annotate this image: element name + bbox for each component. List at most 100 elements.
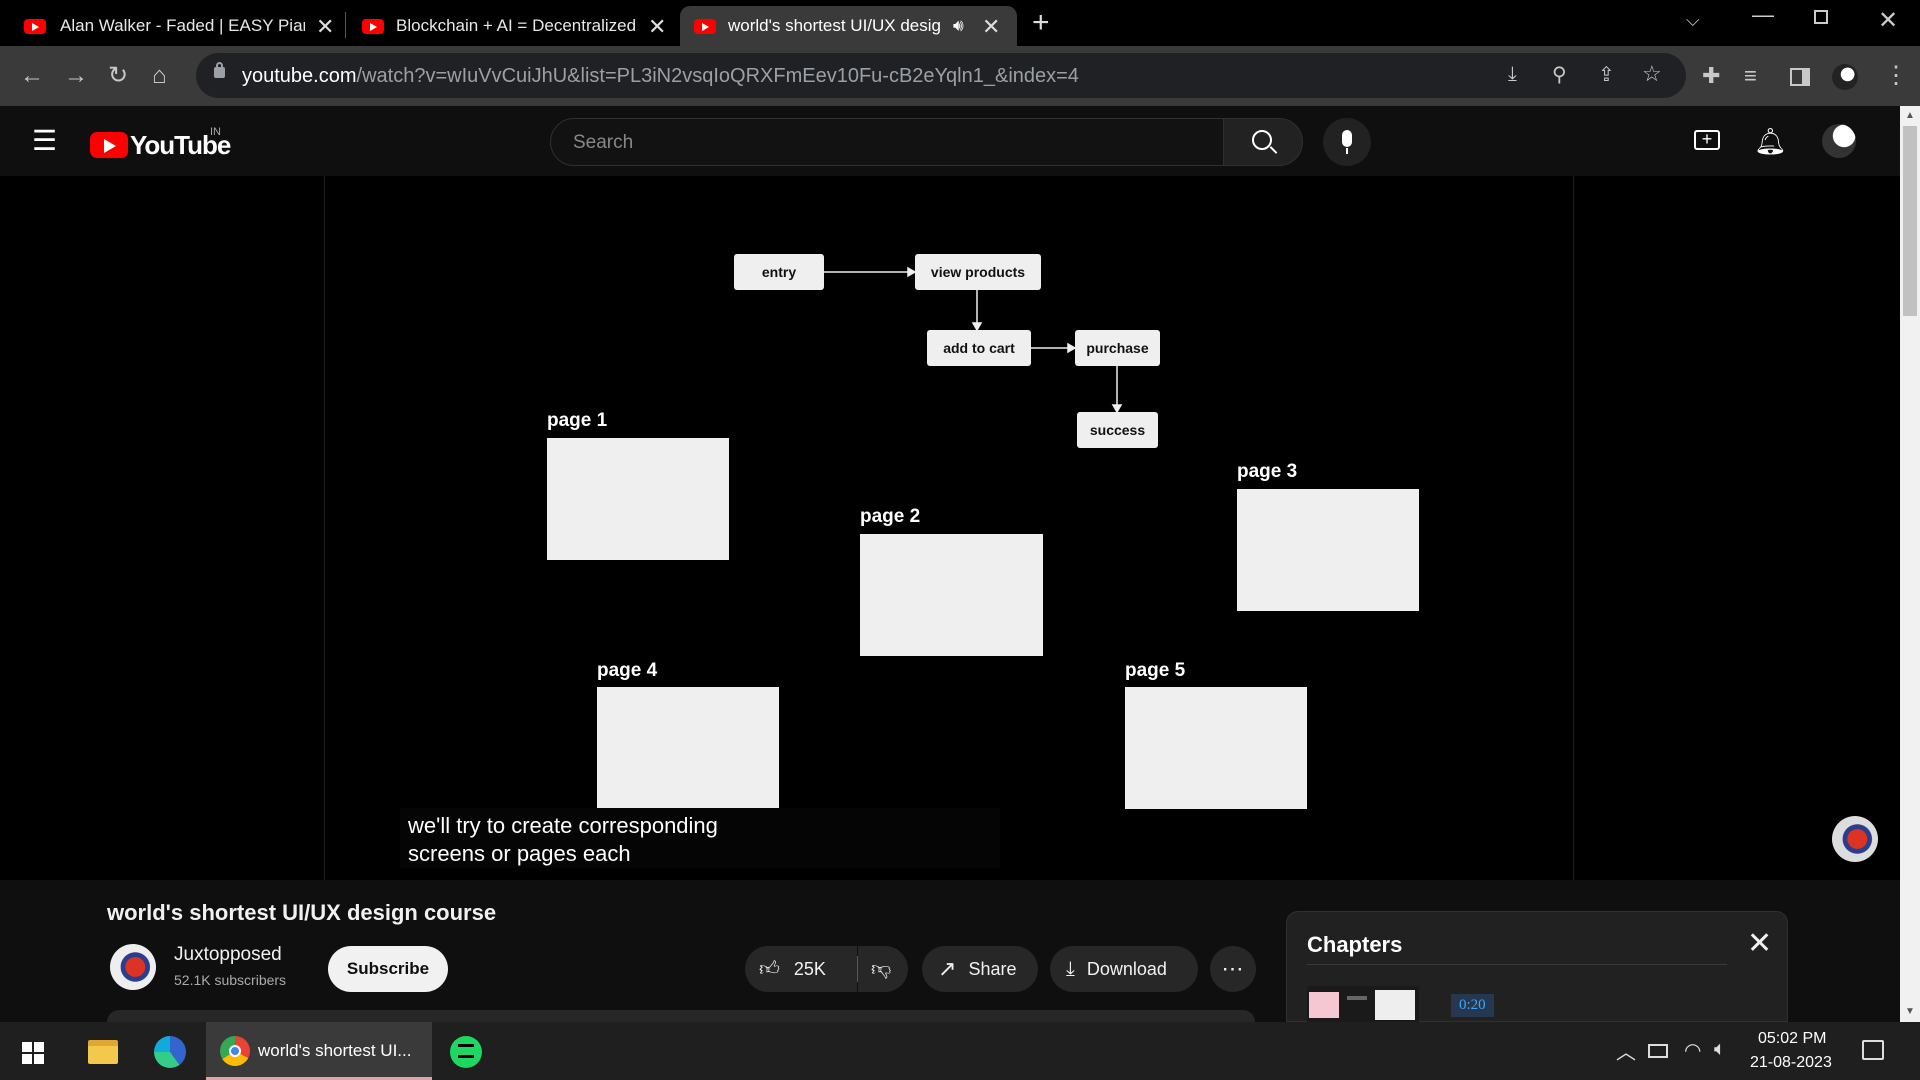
download-icon: ⤓ [1066, 957, 1075, 980]
youtube-play-triangle [104, 139, 116, 153]
download-label: Download [1086, 958, 1167, 979]
url-text: youtube.com/watch?v=wIuVvCuiJhU&list=PL3… [242, 65, 1079, 88]
close-tab-icon[interactable]: ✕ [648, 14, 666, 40]
flow-node-entry: entry [734, 254, 824, 290]
volume-icon[interactable]: 🔈︎ [1714, 1038, 1726, 1061]
tray-app-icon[interactable] [1648, 1044, 1668, 1058]
caption-line: we'll try to create corresponding [408, 813, 718, 838]
thumbs-up-icon: 👍︎ [759, 958, 780, 980]
page-placeholder [1125, 687, 1307, 809]
page-scrollbar[interactable]: ▲ ▼ [1900, 106, 1920, 1022]
forward-icon[interactable]: → [64, 62, 88, 90]
share-label: Share [968, 958, 1017, 979]
more-actions-button[interactable]: ⋯ [1210, 946, 1256, 992]
minimize-icon[interactable]: — [1752, 2, 1774, 28]
notification-center-icon[interactable] [1862, 1040, 1884, 1060]
bookmark-star-icon[interactable]: ☆ [1642, 61, 1662, 87]
search-placeholder: Search [573, 132, 634, 153]
description-box-edge [107, 1010, 1255, 1022]
edge-browser-icon[interactable] [154, 1036, 186, 1068]
share-page-icon[interactable]: ⇪ [1598, 62, 1615, 87]
page-label: page 4 [597, 660, 658, 681]
new-tab-icon[interactable]: + [1032, 6, 1050, 40]
video-caption: we'll try to create corresponding screen… [400, 808, 1000, 868]
video-player[interactable]: entry view products add to cart purchase… [324, 176, 1574, 880]
search-button[interactable] [1223, 118, 1303, 166]
page-placeholder [1237, 489, 1419, 611]
notifications-bell-icon[interactable]: 🔔︎ [1754, 126, 1787, 157]
taskbar-chrome-app[interactable]: world's shortest UI... [206, 1022, 432, 1080]
windows-start-icon[interactable] [22, 1042, 44, 1064]
media-control-icon[interactable]: ≡ [1744, 62, 1757, 90]
scroll-up-arrow-icon[interactable]: ▲ [1905, 110, 1915, 121]
install-app-icon[interactable]: ⤓ [1508, 63, 1517, 86]
share-arrow-icon: ↗ [938, 956, 957, 981]
create-video-icon[interactable]: + [1694, 130, 1720, 150]
floating-avatar-button[interactable] [1832, 816, 1878, 862]
spotify-waves [458, 1044, 474, 1058]
subscribe-button[interactable]: Subscribe [328, 946, 448, 992]
scroll-down-arrow-icon[interactable]: ▼ [1905, 1006, 1915, 1017]
page-label: page 5 [1125, 660, 1186, 681]
browser-tab-strip: Alan Walker - Faded | EASY Piano ✕ Block… [0, 0, 1920, 46]
reload-icon[interactable]: ↻ [108, 62, 128, 90]
tray-chevron-icon[interactable]: ︿ [1616, 1036, 1636, 1065]
chapters-panel: Chapters ✕ 0:20 [1286, 911, 1788, 1022]
browser-tab[interactable]: Alan Walker - Faded | EASY Piano ✕ [0, 6, 345, 46]
microphone-stand [1346, 148, 1348, 154]
hamburger-menu-icon[interactable]: ☰ [32, 127, 57, 155]
chrome-icon-center [229, 1045, 241, 1057]
search-input[interactable]: Search [550, 118, 1224, 166]
windows-taskbar: world's shortest UI... ︿ ◠ 🔈︎ 05:02 PM 2… [0, 1022, 1920, 1080]
browser-tab[interactable]: Blockchain + AI = Decentralized ✕ [346, 6, 686, 46]
close-chapters-icon[interactable]: ✕ [1747, 926, 1772, 961]
page-placeholder [860, 534, 1043, 656]
chrome-menu-icon[interactable]: ⋮ [1884, 62, 1908, 90]
channel-name[interactable]: Juxtopposed [174, 944, 282, 966]
clock-time[interactable]: 05:02 PM [1758, 1030, 1826, 1048]
caption-line: screens or pages each [408, 841, 631, 866]
like-button[interactable]: 👍︎ 25K [745, 946, 857, 992]
chapter-thumbnail[interactable] [1307, 986, 1419, 1022]
chapter-timestamp[interactable]: 0:20 [1451, 994, 1494, 1017]
youtube-header: ☰ YouTube IN Search + 🔔︎ [0, 106, 1900, 176]
share-button[interactable]: ↗ Share [922, 946, 1038, 992]
file-explorer-icon[interactable] [88, 1040, 118, 1064]
side-panel-icon[interactable] [1790, 68, 1810, 86]
back-icon[interactable]: ← [20, 62, 44, 90]
close-window-icon[interactable]: ✕ [1878, 6, 1898, 35]
thumb-pink-card [1309, 992, 1339, 1018]
tab-search-chevron-icon[interactable]: ⌵ [1686, 10, 1700, 31]
account-avatar[interactable] [1822, 124, 1856, 158]
speaker-icon[interactable]: 🔊︎ [953, 16, 964, 36]
youtube-favicon-icon [694, 19, 716, 34]
tab-title: Blockchain + AI = Decentralized [396, 16, 637, 35]
restore-icon[interactable] [1814, 10, 1828, 24]
close-tab-icon[interactable]: ✕ [982, 14, 1000, 40]
home-icon[interactable]: ⌂ [152, 62, 167, 90]
flow-node-view-products: view products [915, 254, 1041, 290]
subscribe-label: Subscribe [346, 959, 430, 978]
zoom-icon[interactable]: ⚲ [1552, 62, 1567, 87]
close-tab-icon[interactable]: ✕ [316, 14, 334, 40]
dislike-button[interactable]: 👎︎ [858, 946, 908, 992]
clock-date[interactable]: 21-08-2023 [1750, 1054, 1832, 1072]
more-horizontal-icon: ⋯ [1221, 956, 1245, 981]
page-label: page 2 [860, 506, 921, 527]
channel-avatar[interactable] [110, 944, 156, 990]
browser-tab-active[interactable]: world's shortest UI/UX design 🔊︎ ✕ [680, 6, 1017, 46]
download-button[interactable]: ⤓ Download [1050, 946, 1198, 992]
youtube-favicon-icon [24, 19, 46, 34]
page-label: page 1 [547, 410, 608, 431]
chapters-header-divider [1307, 964, 1727, 965]
youtube-favicon-icon [362, 19, 384, 34]
scroll-thumb[interactable] [1903, 126, 1917, 316]
voice-search-button[interactable] [1323, 118, 1371, 166]
page-label: page 3 [1237, 461, 1298, 482]
profile-avatar[interactable] [1832, 64, 1858, 90]
address-bar[interactable]: youtube.com/watch?v=wIuVvCuiJhU&list=PL3… [196, 53, 1686, 98]
wifi-icon[interactable]: ◠ [1684, 1038, 1701, 1063]
thumb-small-card [1347, 996, 1367, 1000]
extensions-icon[interactable]: ✚ [1702, 62, 1720, 90]
search-icon-handle [1269, 146, 1278, 154]
